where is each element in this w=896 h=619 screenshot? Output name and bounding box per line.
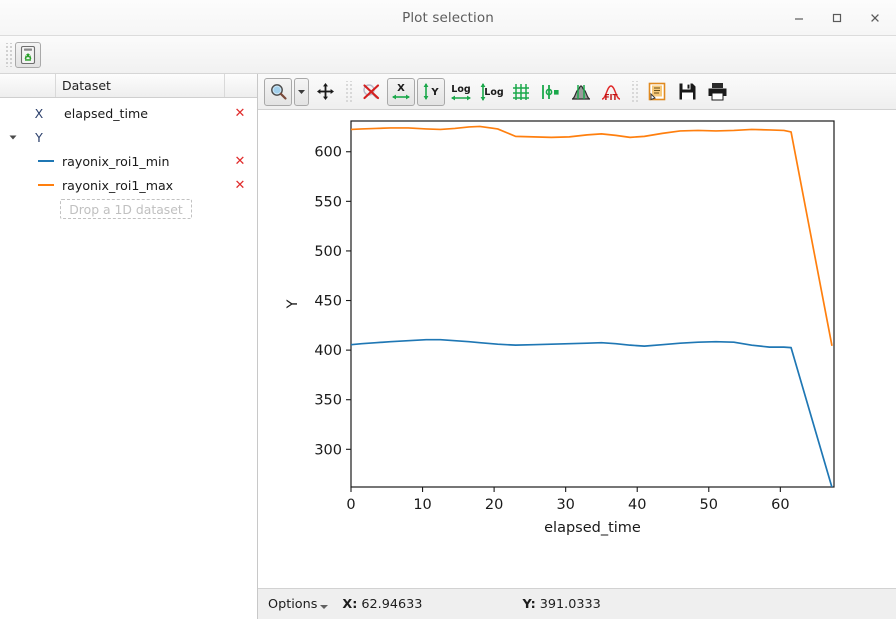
axis-label-x: X	[22, 106, 56, 121]
remove-dataset-button-max[interactable]: ✕	[223, 178, 257, 193]
plot-canvas-area[interactable]: 300 350 400 450 500 550 600 0 10 20 30 40 50 60 elapse…	[258, 110, 896, 588]
y-axis-icon: Y	[420, 81, 442, 102]
svg-text:Log: Log	[484, 87, 503, 98]
close-icon	[869, 12, 881, 24]
fit-button[interactable]: FIT	[597, 78, 625, 106]
floppy-save-icon	[677, 81, 698, 102]
toolbar-separator-2	[630, 81, 638, 103]
x-log-scale-button[interactable]: Log	[447, 78, 475, 106]
x-axis-icon: X	[390, 81, 412, 102]
y-log-icon: Log	[478, 81, 504, 103]
plot-selection-window: Plot selection	[0, 0, 896, 619]
printer-icon	[706, 81, 729, 102]
drop-1d-dataset-zone[interactable]: Drop a 1D dataset	[60, 199, 192, 219]
dataset-name-rayonix-roi1-min[interactable]: rayonix_roi1_min	[62, 154, 223, 169]
maximize-icon	[831, 12, 843, 24]
print-button[interactable]	[703, 78, 731, 106]
window-title: Plot selection	[0, 10, 896, 26]
grid-toggle-button[interactable]	[507, 78, 535, 106]
drop-zone-row: Drop a 1D dataset	[0, 197, 257, 221]
toolbar-separator-1	[344, 81, 352, 103]
y-axis-title: Y	[285, 299, 301, 309]
chevron-down-icon	[297, 87, 306, 96]
column-header-actions[interactable]	[225, 74, 257, 97]
save-button[interactable]	[673, 78, 701, 106]
plot-toolbar: X Y Log	[258, 74, 896, 110]
fit-icon: FIT	[600, 82, 622, 102]
tree-row-x[interactable]: X elapsed_time ✕	[0, 101, 257, 125]
zoom-tool-button[interactable]	[264, 78, 292, 106]
svg-text:FIT: FIT	[604, 93, 618, 102]
x-autoscale-button[interactable]: X	[387, 78, 415, 106]
tree-row-rayonix-roi1-min[interactable]: rayonix_roi1_min ✕	[0, 149, 257, 173]
plot-panel: X Y Log	[258, 74, 896, 619]
axis-label-y: Y	[22, 130, 56, 145]
copy-button[interactable]	[643, 78, 671, 106]
x-tick-label: 20	[485, 497, 503, 513]
column-header-dataset[interactable]: Dataset	[56, 74, 225, 97]
close-button[interactable]	[864, 7, 886, 29]
toolbar-drag-handle[interactable]	[4, 43, 13, 67]
curve-stats-icon	[570, 82, 592, 102]
column-header-axis[interactable]	[0, 74, 56, 97]
y-tick-label: 400	[314, 343, 342, 359]
remove-dataset-button-x[interactable]: ✕	[223, 106, 257, 121]
series-color-swatch-max	[38, 184, 54, 186]
x-tick-label: 30	[556, 497, 574, 513]
y-autoscale-button[interactable]: Y	[417, 78, 445, 106]
zoom-mode-dropdown[interactable]	[294, 78, 309, 106]
zoom-reset-icon	[361, 82, 382, 102]
move-arrows-icon	[316, 82, 335, 101]
y-tick-label: 450	[314, 294, 342, 310]
svg-text:X: X	[397, 83, 405, 94]
minimize-icon	[793, 12, 805, 24]
dataset-tree-header: Dataset	[0, 74, 257, 98]
x-tick-label: 50	[700, 497, 718, 513]
x-axis-title: elapsed_time	[544, 520, 641, 536]
x-tick-label: 60	[771, 497, 789, 513]
line-chart[interactable]: 300 350 400 450 500 550 600 0 10 20 30 40 50 60 elapse…	[258, 110, 896, 603]
magnifier-icon	[269, 82, 288, 101]
expand-collapse-toggle-y[interactable]	[4, 132, 22, 142]
y-tick-label: 300	[314, 442, 342, 458]
x-tick-label: 40	[628, 497, 646, 513]
minimize-button[interactable]	[788, 7, 810, 29]
y-tick-label: 550	[314, 194, 342, 210]
tree-row-rayonix-roi1-max[interactable]: rayonix_roi1_max ✕	[0, 173, 257, 197]
dataset-name-rayonix-roi1-max[interactable]: rayonix_roi1_max	[62, 178, 223, 193]
chevron-down-icon	[8, 132, 18, 142]
x-tick-label: 0	[346, 497, 355, 513]
svg-text:Y: Y	[430, 87, 439, 98]
marker-style-icon	[540, 82, 562, 102]
y-tick-label: 500	[314, 244, 342, 260]
x-tick-label: 10	[413, 497, 431, 513]
chevron-down-icon	[320, 605, 328, 609]
tree-row-y-group[interactable]: Y	[0, 125, 257, 149]
y-tick-label: 350	[314, 393, 342, 409]
dataset-sidebar: Dataset X elapsed_time ✕	[0, 74, 258, 619]
y-log-scale-button[interactable]: Log	[477, 78, 505, 106]
remove-dataset-button-min[interactable]: ✕	[223, 154, 257, 169]
svg-text:Log: Log	[451, 84, 470, 95]
application-toolbar	[0, 36, 896, 74]
dataset-tree: X elapsed_time ✕ Y	[0, 98, 257, 221]
recycle-bin-icon	[19, 45, 37, 65]
series-color-swatch-min	[38, 160, 54, 162]
maximize-button[interactable]	[826, 7, 848, 29]
unzoom-button[interactable]	[357, 78, 385, 106]
pan-tool-button[interactable]	[311, 78, 339, 106]
plot-frame	[351, 121, 834, 487]
title-bar: Plot selection	[0, 0, 896, 36]
window-controls	[788, 7, 896, 29]
grid-icon	[511, 82, 531, 102]
recycle-bin-button[interactable]	[15, 42, 41, 68]
copy-clipboard-icon	[646, 81, 668, 102]
markers-button[interactable]	[537, 78, 565, 106]
histogram-button[interactable]	[567, 78, 595, 106]
y-tick-label: 600	[314, 145, 342, 161]
main-body: Dataset X elapsed_time ✕	[0, 74, 896, 619]
dataset-name-elapsed-time[interactable]: elapsed_time	[56, 106, 223, 121]
x-log-icon: Log	[448, 81, 474, 103]
